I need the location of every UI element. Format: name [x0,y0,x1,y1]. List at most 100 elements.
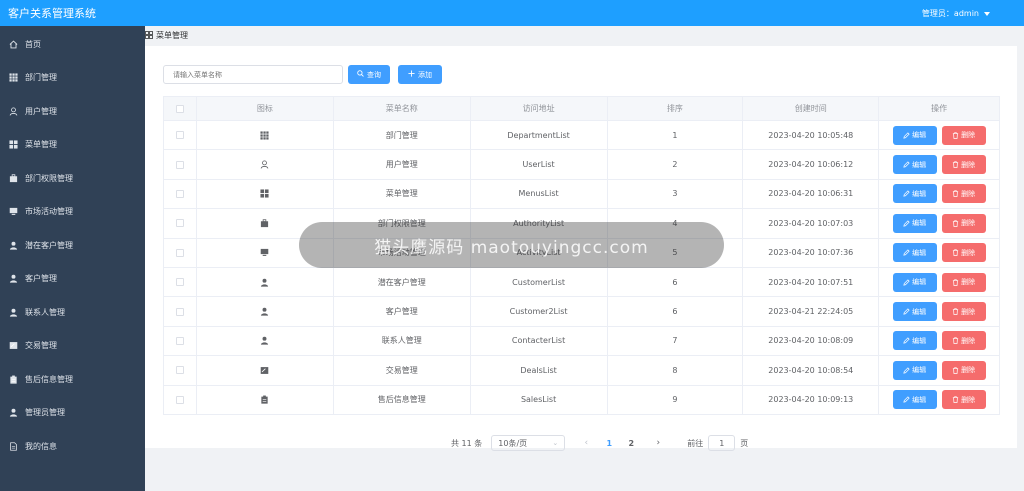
monitor-icon [260,248,269,257]
document-icon [9,441,18,451]
sidebar-item[interactable]: 管理员管理 [0,401,145,425]
sidebar-item[interactable]: 联系人管理 [0,300,145,324]
search-button[interactable]: 查询 [348,65,390,84]
total-count: 共 11 条 [451,438,483,448]
sidebar-item[interactable]: 部门管理 [0,66,145,90]
trash-icon [952,367,959,374]
row-checkbox[interactable] [175,395,184,404]
trash-icon [952,396,959,404]
header-icon: 图标 [197,97,334,120]
menu-url: ContacterList [471,326,608,356]
sidebar-item[interactable]: 部门权限管理 [0,166,145,190]
sidebar-item[interactable]: 用户管理 [0,99,145,123]
caret-down-icon [984,11,990,16]
menu-created: 2023-04-21 22:24:05 [743,297,880,326]
edit-icon [903,190,910,198]
row-checkbox[interactable] [175,336,184,345]
page-size-select[interactable]: 10条/页 ⌄ [491,435,566,451]
sidebar-item[interactable]: 售后信息管理 [0,367,145,391]
edit-label: 编辑 [912,307,927,316]
delete-button[interactable]: 删除 [941,125,986,145]
next-page-button[interactable]: › [651,438,665,448]
edit-button[interactable]: 编辑 [892,213,937,233]
menu-order: 9 [608,385,744,414]
menu-name: 客户管理 [334,297,471,326]
edit-button[interactable]: 编辑 [892,155,937,175]
delete-button[interactable]: 删除 [941,243,986,263]
row-checkbox[interactable] [175,219,184,228]
delete-button[interactable]: 删除 [941,272,986,292]
edit-button[interactable]: 编辑 [892,360,937,380]
edit-button[interactable]: 编辑 [892,184,937,204]
menu-created: 2023-04-20 10:05:48 [743,121,880,150]
prev-page-button[interactable]: ‹ [579,438,593,448]
sidebar-item[interactable]: 客户管理 [0,267,145,291]
person-icon [260,307,269,316]
sidebar-item-label: 管理员管理 [25,408,65,417]
sidebar-item[interactable]: 首页 [0,32,145,56]
menu-url: CustomerList [471,267,608,297]
header-actions: 操作 [879,97,1001,120]
trash-icon [952,132,959,139]
sidebar-item-label: 菜单管理 [25,140,57,149]
delete-button[interactable]: 删除 [941,213,986,233]
row-checkbox[interactable] [175,366,184,375]
person-icon [9,308,18,317]
add-label: 添加 [418,70,432,79]
delete-label: 删除 [961,219,976,228]
edit-button[interactable]: 编辑 [892,272,937,292]
sidebar-item[interactable]: 菜单管理 [0,133,145,157]
row-checkbox[interactable] [175,131,184,140]
row-checkbox[interactable] [175,160,184,169]
edit-button[interactable]: 编辑 [892,243,937,263]
row-checkbox[interactable] [175,189,184,198]
delete-label: 删除 [961,278,976,287]
sidebar-item[interactable]: 市场活动管理 [0,200,145,224]
edit-label: 编辑 [912,366,927,375]
menu-order: 6 [608,297,744,326]
sidebar-item[interactable]: 潜在客户管理 [0,233,145,257]
delete-button[interactable]: 删除 [941,360,986,380]
menu-url: Customer2List [471,297,608,326]
search-input[interactable] [163,65,343,84]
edit-icon [903,220,910,227]
page-1-button[interactable]: 1 [603,439,615,448]
table-row: 潜在客户管理 CustomerList 6 2023-04-20 10:07:51 编辑… [164,267,1001,298]
add-button[interactable]: 添加 [398,65,442,84]
edit-icon [903,337,910,345]
sidebar-item[interactable]: 交易管理 [0,334,145,358]
admin-menu[interactable]: 管理员：admin [922,8,990,19]
menu-url: MenusList [471,179,608,209]
edit-button[interactable]: 编辑 [892,125,937,145]
edit-icon [903,249,910,256]
card-icon [9,341,18,350]
delete-button[interactable]: 删除 [941,331,986,351]
row-checkbox[interactable] [175,307,184,316]
edit-label: 编辑 [912,219,927,228]
delete-button[interactable]: 删除 [941,155,986,175]
sidebar-item-label: 我的信息 [25,441,57,451]
row-checkbox[interactable] [175,278,184,287]
monitor-icon [9,207,18,216]
delete-button[interactable]: 删除 [941,184,986,204]
menu-created: 2023-04-20 10:09:13 [743,385,880,414]
page-2-button[interactable]: 2 [625,439,637,448]
row-checkbox[interactable] [175,248,184,257]
menu-order: 7 [608,326,744,356]
pagination: 共 11 条 10条/页 ⌄ ‹ 1 2 › 前往 1 页 [451,435,748,451]
delete-button[interactable]: 删除 [941,390,986,410]
watermark-banner: 猫头鹰源码 maotouyingcc.com [299,222,724,268]
sidebar-item[interactable]: 我的信息 [0,434,145,458]
top-bar: 客户关系管理系统 管理员：admin [0,0,1024,26]
page-unit-label: 页 [740,438,749,448]
grid-icon [9,73,18,82]
edit-button[interactable]: 编辑 [892,331,937,351]
goto-page-input[interactable]: 1 [708,435,736,451]
edit-button[interactable]: 编辑 [892,390,937,410]
delete-button[interactable]: 删除 [941,302,986,322]
trash-icon [952,220,959,227]
edit-button[interactable]: 编辑 [892,302,937,322]
select-all-checkbox[interactable] [175,104,184,113]
user-icon [260,160,269,169]
sidebar-item-label: 部门管理 [25,73,57,82]
